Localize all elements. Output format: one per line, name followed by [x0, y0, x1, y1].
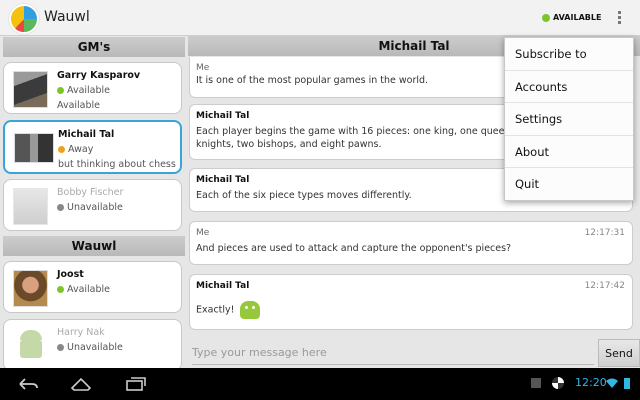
contacts-sidebar: GM's Garry Kasparov Available Available … — [0, 36, 188, 368]
away-dot-icon — [58, 146, 65, 153]
contact-item-joost[interactable]: Joost Available — [3, 261, 182, 313]
contact-name: Joost — [57, 269, 84, 280]
message-text: And pieces are used to attack and captur… — [196, 243, 512, 254]
message-time: 12:17:42 — [584, 281, 625, 291]
android-emoticon-icon — [239, 301, 260, 319]
action-bar: Wauwl AVAILABLE — [0, 0, 640, 36]
contact-status: Unavailable — [57, 202, 123, 213]
overflow-menu-icon[interactable] — [613, 10, 625, 28]
message-sender: Michail Tal — [196, 281, 250, 291]
contact-name: Bobby Fischer — [57, 187, 124, 198]
presence-status[interactable]: AVAILABLE — [542, 13, 601, 22]
contact-item-tal[interactable]: Michail Tal Away but thinking about ches… — [3, 120, 182, 174]
message-text: Exactly! — [196, 301, 626, 319]
message-time: 12:17:31 — [584, 228, 625, 238]
clock: 12:20 — [575, 376, 607, 389]
available-dot-icon — [57, 87, 64, 94]
contact-item-kasparov[interactable]: Garry Kasparov Available Available — [3, 62, 182, 114]
send-button[interactable]: Send — [598, 339, 640, 367]
available-dot-icon — [57, 286, 64, 293]
app-logo-icon[interactable] — [9, 4, 39, 34]
message-bubble: Me 12:17:31 And pieces are used to attac… — [189, 221, 633, 265]
menu-item-settings[interactable]: Settings — [505, 103, 633, 136]
contact-status: Available — [57, 284, 110, 295]
system-nav-bar: 12:20 — [0, 368, 640, 400]
message-sender: Me — [196, 63, 210, 73]
home-icon[interactable] — [69, 376, 93, 392]
unavailable-dot-icon — [57, 204, 64, 211]
presence-label: AVAILABLE — [553, 13, 602, 22]
contact-name: Michail Tal — [58, 129, 115, 140]
menu-item-about[interactable]: About — [505, 136, 633, 169]
section-header-wauwl: Wauwl — [3, 236, 185, 256]
app-title: Wauwl — [44, 9, 90, 25]
message-input[interactable] — [192, 341, 594, 365]
menu-item-accounts[interactable]: Accounts — [505, 71, 633, 104]
message-sender: Michail Tal — [196, 175, 250, 185]
composer: Send — [188, 338, 640, 368]
contact-status: Available — [57, 85, 110, 96]
avatar — [13, 71, 48, 108]
avatar — [13, 270, 48, 307]
recent-apps-icon[interactable] — [124, 376, 148, 392]
section-header-gms: GM's — [3, 37, 185, 57]
wifi-icon — [606, 378, 618, 388]
presence-dot-icon — [542, 13, 550, 22]
contact-message: Available — [57, 100, 101, 111]
android-avatar-icon — [13, 328, 48, 365]
menu-item-quit[interactable]: Quit — [505, 168, 633, 201]
battery-icon — [624, 378, 630, 389]
back-icon[interactable] — [16, 376, 40, 392]
contact-status: Unavailable — [57, 342, 123, 353]
unavailable-dot-icon — [57, 344, 64, 351]
contact-name: Harry Nak — [57, 327, 105, 338]
message-sender: Michail Tal — [196, 111, 250, 121]
message-bubble: Michail Tal 12:17:42 Exactly! — [189, 274, 633, 330]
overflow-menu: Subscribe to Accounts Settings About Qui… — [504, 37, 634, 201]
contact-status: Away — [58, 144, 93, 155]
contact-item-harry[interactable]: Harry Nak Unavailable — [3, 319, 182, 368]
contact-item-fischer[interactable]: Bobby Fischer Unavailable — [3, 179, 182, 231]
gallery-notification-icon[interactable] — [531, 378, 541, 388]
avatar — [14, 133, 54, 163]
menu-item-subscribe[interactable]: Subscribe to — [505, 38, 633, 71]
contact-name: Garry Kasparov — [57, 70, 141, 81]
contact-message: but thinking about chess — [58, 159, 176, 170]
avatar — [13, 188, 48, 225]
message-sender: Me — [196, 228, 210, 238]
wauwl-notification-icon[interactable] — [552, 377, 564, 389]
